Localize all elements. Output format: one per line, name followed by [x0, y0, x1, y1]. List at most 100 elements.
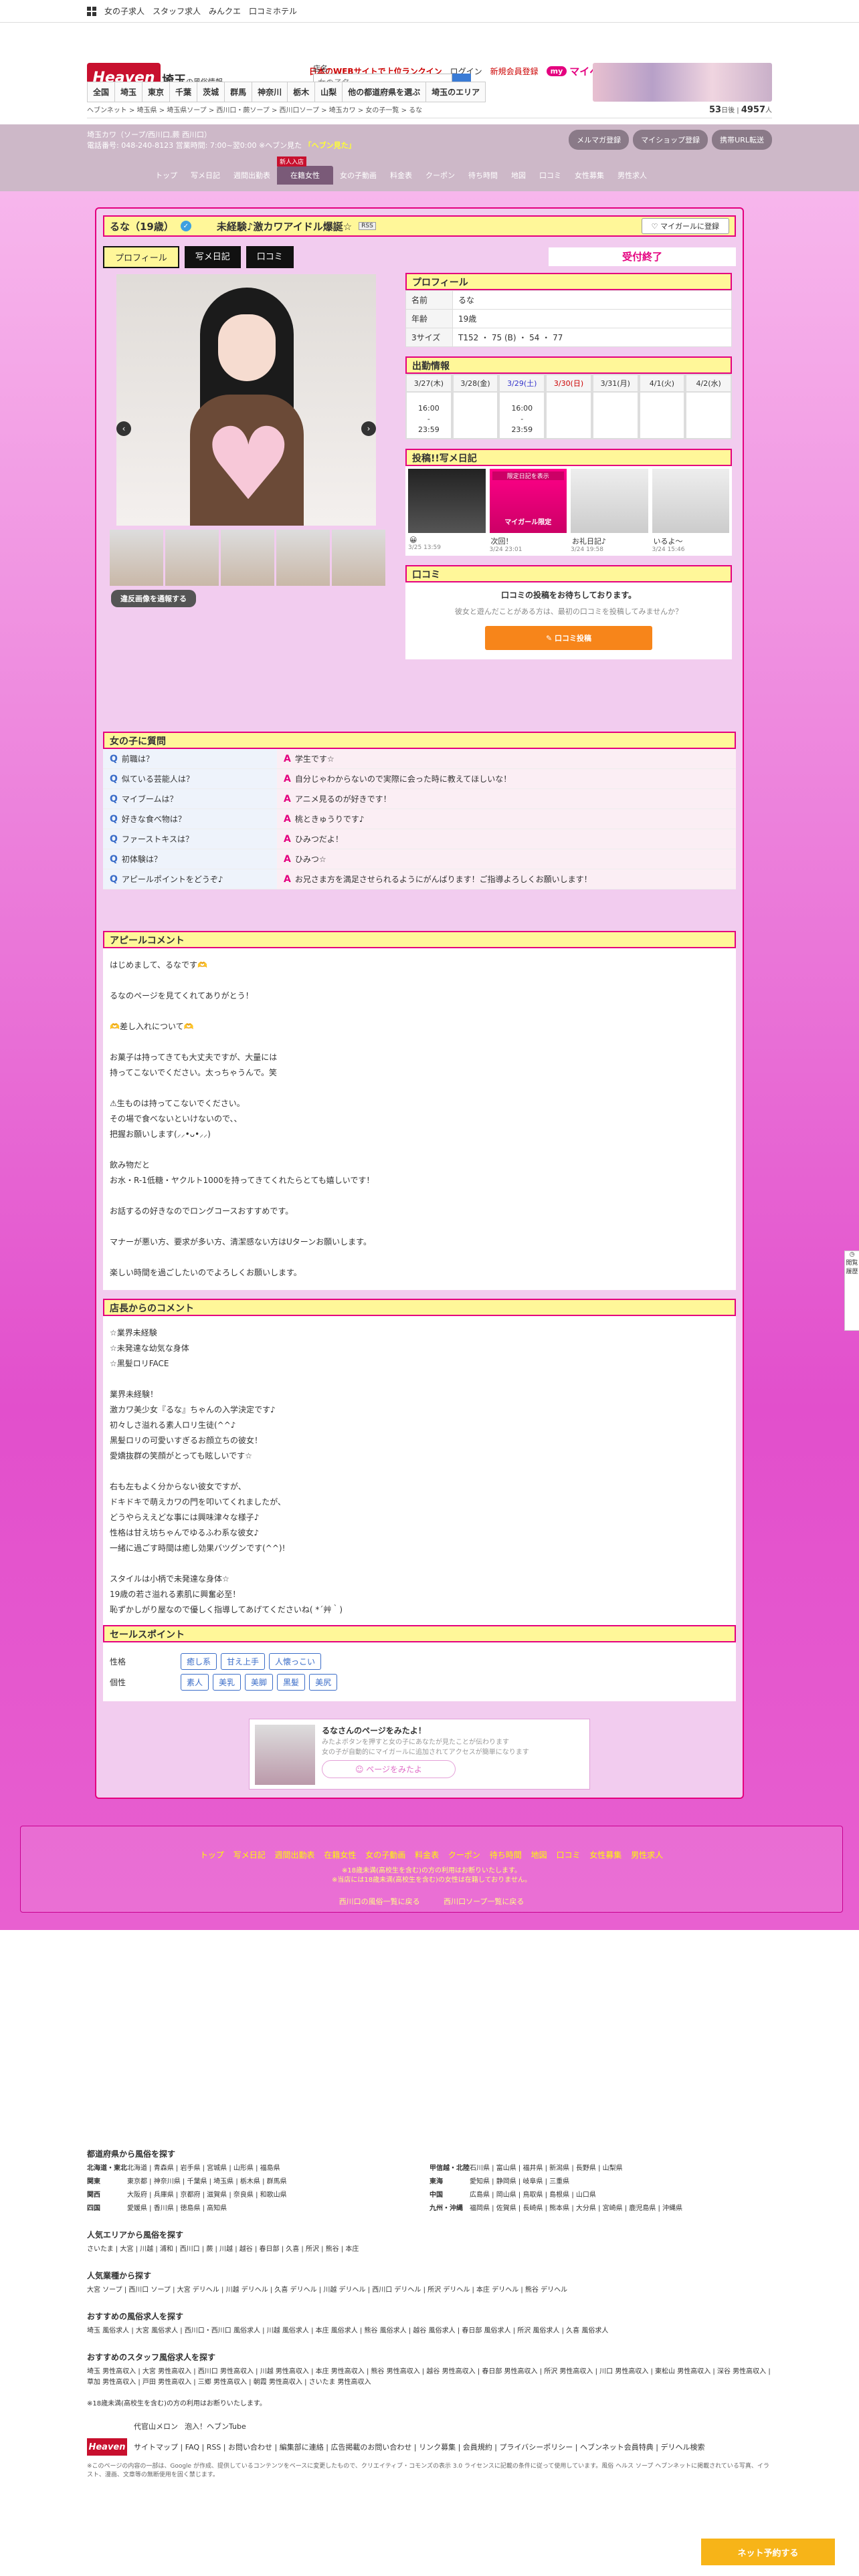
sitemap-links[interactable]: サイトマップ | FAQ | RSS | お問い合わせ | 編集部に連絡 | 広…: [134, 2442, 704, 2452]
name-bar: るな（19歳） ✓ 未経験♪激カワアイドル爆誕☆ RSS ♡ マイガールに登録: [103, 215, 736, 237]
footer-shop-link[interactable]: 地図: [531, 1850, 547, 1860]
shop-tab[interactable]: 写メ日記: [184, 166, 227, 185]
pref-links[interactable]: 東京都 | 神奈川県 | 千葉県 | 埼玉県 | 栃木県 | 群馬県: [127, 2177, 430, 2187]
pref-links[interactable]: 広島県 | 岡山県 | 鳥取県 | 島根県 | 山口県: [470, 2190, 772, 2201]
thumbnail[interactable]: [276, 530, 330, 586]
footer-shop-link[interactable]: 在籍女性: [324, 1850, 356, 1860]
myshop-button[interactable]: マイショップ登録: [633, 130, 708, 150]
diary-heading: 投稿!!写メ日記: [405, 449, 732, 466]
area-tab[interactable]: 群馬: [224, 82, 252, 102]
shop-tab[interactable]: トップ: [149, 166, 184, 185]
net-reserve-button[interactable]: ネット予約する: [701, 2539, 835, 2565]
shop-tab[interactable]: 口コミ: [533, 166, 568, 185]
link-staff-job[interactable]: スタッフ求人: [153, 5, 201, 17]
tab-review[interactable]: 口コミ: [246, 246, 294, 268]
table-row: 3サイズ T152 ・ 75 (B) ・ 54 ・ 77: [405, 328, 732, 347]
footer-shop-link[interactable]: 週間出勤表: [275, 1850, 315, 1860]
genre-links[interactable]: 大宮 ソープ | 西川口 ソープ | 大宮 デリヘル | 川越 デリヘル | 久…: [87, 2285, 772, 2296]
footer-shop-link[interactable]: 女性募集: [589, 1850, 622, 1860]
back-link[interactable]: 西川口ソープ一覧に戻る: [444, 1897, 524, 1906]
shop-tab-active[interactable]: 新人入店 在籍女性: [277, 156, 333, 185]
header-banner[interactable]: [593, 63, 772, 102]
thumbnail[interactable]: [110, 530, 163, 586]
mitayo-button[interactable]: ☺ ページをみたよ: [322, 1760, 456, 1778]
rss-icon[interactable]: RSS: [359, 222, 376, 230]
footer-shop-link[interactable]: クーポン: [448, 1850, 480, 1860]
table-row: 年齢 19歳: [405, 309, 732, 328]
pref-links[interactable]: 北海道 | 青森県 | 岩手県 | 宮城県 | 山形県 | 福島県: [127, 2163, 430, 2174]
mobile-url-button[interactable]: 携帯URL転送: [712, 130, 772, 150]
shop-tab[interactable]: 週間出勤表: [227, 166, 277, 185]
prev-arrow-icon[interactable]: ‹: [116, 421, 131, 436]
thumbnail[interactable]: [221, 530, 274, 586]
area-tab[interactable]: 全国: [87, 82, 115, 102]
pref-links[interactable]: 愛知県 | 静岡県 | 岐阜県 | 三重県: [470, 2177, 772, 2187]
shop-tabs: トップ 写メ日記 週間出勤表 新人入店 在籍女性 女の子動画 料金表 クーポン 待…: [149, 156, 654, 185]
appeal-text: はじめまして、るなです🫶 るなのページを見てくれてありがとう！ 🫶差し入れについ…: [103, 948, 736, 1290]
sales-heading: セールスポイント: [103, 1625, 736, 1642]
partner-link[interactable]: 泡入！ヘブンTube: [185, 2421, 246, 2432]
link-minkue[interactable]: みんクエ: [209, 5, 241, 17]
shop-tab[interactable]: 男性求人: [611, 166, 654, 185]
footer-shop-link[interactable]: 料金表: [415, 1850, 439, 1860]
pref-links[interactable]: 大阪府 | 兵庫県 | 京都府 | 滋賀県 | 奈良県 | 和歌山県: [127, 2190, 430, 2201]
job-links[interactable]: 埼玉 風俗求人 | 大宮 風俗求人 | 西川口・西川口 風俗求人 | 川越 風俗…: [87, 2326, 772, 2337]
link-review-hotel[interactable]: 口コミホテル: [249, 5, 297, 17]
breadcrumb[interactable]: ヘブンネット > 埼玉県 > 埼玉県ソープ > 西川口・蕨ソープ > 西川口ソー…: [87, 104, 422, 115]
area-tab[interactable]: 他の都道府県を選ぶ: [342, 82, 426, 102]
thumbnail[interactable]: [165, 530, 219, 586]
mygirl-button[interactable]: ♡ マイガールに登録: [641, 218, 729, 234]
pref-links[interactable]: 石川県 | 富山県 | 福井県 | 新潟県 | 長野県 | 山梨県: [470, 2163, 772, 2174]
shop-tab[interactable]: 女性募集: [568, 166, 611, 185]
footer-shop-link[interactable]: 男性求人: [631, 1850, 663, 1860]
side-history-tab[interactable]: ◷ 閲覧履歴: [844, 1251, 859, 1331]
partner-links: 代官山メロン 泡入！ヘブンTube: [87, 2421, 772, 2432]
footer-shop-link[interactable]: 待ち時間: [490, 1850, 522, 1860]
footer-heading: 人気エリアから風俗を探す: [87, 2230, 184, 2240]
area-tab[interactable]: 埼玉: [114, 82, 142, 102]
back-link[interactable]: 西川口の風俗一覧に戻る: [339, 1897, 420, 1906]
footer-shop-link[interactable]: 女の子動画: [365, 1850, 405, 1860]
tab-diary[interactable]: 写メ日記: [184, 246, 241, 268]
grid-menu-icon[interactable]: [87, 6, 96, 16]
site-footer: 都道府県から風俗を探す 北海道・東北 北海道 | 青森県 | 岩手県 | 宮城県 …: [87, 2133, 772, 2478]
area-tab[interactable]: 埼玉のエリア: [425, 82, 486, 102]
girl-photo[interactable]: ♥ ‹ ›: [116, 274, 376, 526]
footer-shop-link[interactable]: 写メ日記: [233, 1850, 266, 1860]
tab-profile[interactable]: プロフィール: [103, 246, 179, 268]
shop-tab[interactable]: 女の子動画: [333, 166, 383, 185]
staff-links[interactable]: 埼玉 男性高収入 | 大宮 男性高収入 | 西川口 男性高収入 | 川越 男性高…: [87, 2367, 772, 2388]
diary-item[interactable]: 限定日記を表示 マイガール限定 次回！ 3/24 23:01: [489, 469, 567, 553]
review-box: 口コミの投稿をお待ちしております。 彼女と遊んだことがある方は、最初の口コミを投…: [405, 582, 732, 659]
post-review-button[interactable]: ✎ 口コミ投稿: [485, 626, 652, 650]
diary-item[interactable]: 😀 3/25 13:59: [408, 469, 486, 553]
area-tab[interactable]: 東京: [142, 82, 170, 102]
area-links[interactable]: さいたま | 大宮 | 川越 | 浦和 | 西川口 | 蕨 | 川越 | 越谷 …: [87, 2244, 772, 2255]
diary-item[interactable]: お礼日記♪ 3/24 19:58: [571, 469, 648, 553]
partner-link[interactable]: 代官山メロン: [134, 2421, 178, 2432]
report-image-button[interactable]: 違反画像を通報する: [111, 590, 196, 607]
area-tab[interactable]: 茨城: [197, 82, 225, 102]
thumbnail[interactable]: [332, 530, 385, 586]
shop-tab[interactable]: 地図: [504, 166, 533, 185]
footer-shop-link[interactable]: トップ: [200, 1850, 224, 1860]
shop-tab[interactable]: クーポン: [419, 166, 462, 185]
footer-logo[interactable]: Heaven: [87, 2438, 127, 2456]
catch-copy: 未経験♪激カワアイドル爆誕☆: [216, 220, 353, 233]
mailmag-button[interactable]: メルマガ登録: [569, 130, 630, 150]
link-girls-job[interactable]: 女の子求人: [104, 5, 145, 17]
area-tab[interactable]: 千葉: [169, 82, 197, 102]
pref-links[interactable]: 福岡県 | 佐賀県 | 長崎県 | 熊本県 | 大分県 | 宮崎県 | 鹿児島県…: [470, 2204, 772, 2214]
top-bar: 女の子求人 スタッフ求人 みんクエ 口コミホテル 日本のWEBサイトで上位ランク…: [0, 0, 859, 78]
profile-table: 名前 るな 年齢 19歳 3サイズ T152 ・ 75 (B) ・ 54 ・ 77: [405, 290, 732, 347]
shop-tab[interactable]: 待ち時間: [462, 166, 504, 185]
area-tab[interactable]: 山梨: [314, 82, 343, 102]
next-arrow-icon[interactable]: ›: [361, 421, 376, 436]
footer-shop-link[interactable]: 口コミ: [556, 1850, 580, 1860]
area-tab[interactable]: 神奈川: [252, 82, 288, 102]
sales-tag: 黒髪: [277, 1674, 306, 1691]
area-tab[interactable]: 栃木: [287, 82, 315, 102]
pref-links[interactable]: 愛媛県 | 香川県 | 徳島県 | 高知県: [127, 2204, 430, 2214]
diary-item[interactable]: いるよ〜 3/24 15:46: [652, 469, 729, 553]
shop-tab[interactable]: 料金表: [383, 166, 419, 185]
